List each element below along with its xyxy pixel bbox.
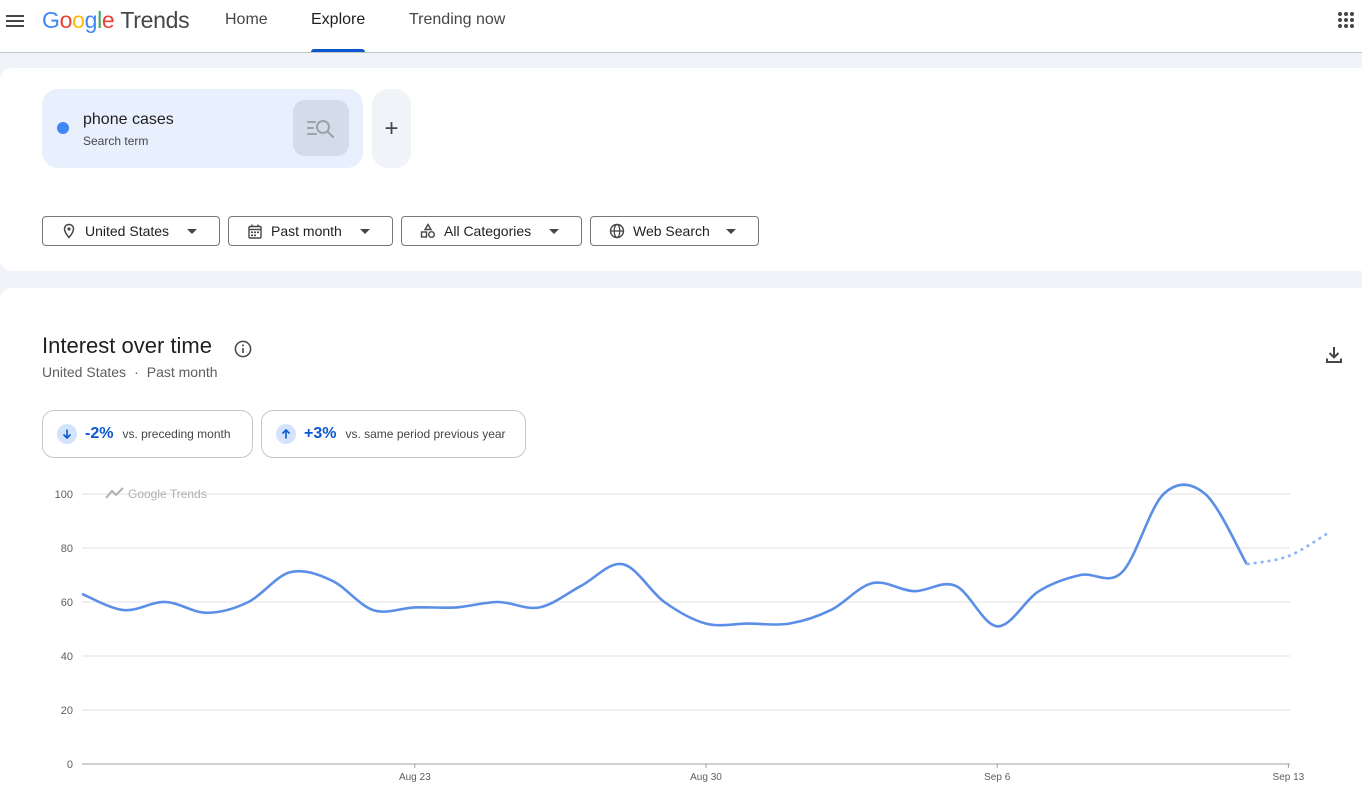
series-color-dot <box>57 122 69 134</box>
interest-line-chart[interactable]: 0 20 40 60 80 100 Aug 23 Aug 30 Sep 6 Sep 13 Googl… <box>0 288 1362 796</box>
time-range-filter-label: Past month <box>271 223 342 239</box>
data-point <box>996 625 998 627</box>
data-point <box>497 601 499 603</box>
data-point <box>830 609 832 611</box>
google-trends-logo[interactable]: Google Trends <box>42 7 190 34</box>
data-point <box>871 582 873 584</box>
y-tick-label: 0 <box>67 759 73 771</box>
top-app-bar: Google Trends Home Explore Trending now <box>0 0 1362 53</box>
data-point <box>1246 563 1248 565</box>
data-point <box>539 606 541 608</box>
chevron-down-icon <box>549 229 559 234</box>
add-comparison-button[interactable]: + <box>372 89 411 168</box>
location-filter[interactable]: United States <box>42 216 220 246</box>
data-point <box>913 590 915 592</box>
data-point <box>414 606 416 608</box>
data-point <box>622 563 624 565</box>
logo-product-name: Trends <box>120 7 190 33</box>
tab-explore[interactable]: Explore <box>311 0 366 52</box>
globe-icon <box>609 223 625 239</box>
data-point <box>955 585 957 587</box>
hamburger-menu-icon[interactable] <box>5 12 25 28</box>
data-point <box>164 601 166 603</box>
search-type-filter-label: Web Search <box>633 223 710 239</box>
data-point <box>206 612 208 614</box>
location-filter-label: United States <box>85 223 170 239</box>
data-point <box>747 623 749 625</box>
data-point <box>289 571 291 573</box>
y-tick-label: 100 <box>55 489 73 501</box>
tab-home[interactable]: Home <box>225 0 268 52</box>
chevron-down-icon <box>360 229 370 234</box>
categories-icon <box>420 223 436 239</box>
search-term-type: Search term <box>83 134 149 148</box>
category-filter[interactable]: All Categories <box>401 216 582 246</box>
data-point <box>1163 493 1165 495</box>
data-point <box>788 623 790 625</box>
data-point <box>663 601 665 603</box>
y-tick-label: 80 <box>61 543 73 555</box>
data-point <box>1204 493 1206 495</box>
data-point <box>123 609 125 611</box>
data-point <box>455 606 457 608</box>
chevron-down-icon <box>726 229 736 234</box>
data-point <box>580 585 582 587</box>
watermark-text: Google Trends <box>128 487 207 501</box>
tab-trending-now[interactable]: Trending now <box>409 0 505 52</box>
trending-up-icon <box>105 487 124 499</box>
location-pin-icon <box>61 223 77 239</box>
search-panel: phone cases Search term + United States <box>0 68 1362 271</box>
y-tick-label: 40 <box>61 651 73 663</box>
data-point <box>81 593 83 595</box>
data-point <box>247 601 249 603</box>
series-line <box>81 483 1248 628</box>
data-point <box>1079 574 1081 576</box>
data-point <box>1121 571 1123 573</box>
data-point <box>1038 590 1040 592</box>
search-term-name: phone cases <box>83 111 174 128</box>
x-tick-label: Sep 13 <box>1273 772 1305 783</box>
x-tick-label: Aug 30 <box>690 772 722 783</box>
time-range-filter[interactable]: Past month <box>228 216 393 246</box>
x-tick-label: Sep 6 <box>984 772 1011 783</box>
google-apps-icon[interactable] <box>1338 12 1354 28</box>
data-point <box>331 579 333 581</box>
search-type-filter[interactable]: Web Search <box>590 216 759 246</box>
data-point <box>705 623 707 625</box>
y-tick-label: 60 <box>61 597 73 609</box>
category-filter-label: All Categories <box>444 223 532 239</box>
x-tick-label: Aug 23 <box>399 772 431 783</box>
y-tick-label: 20 <box>61 705 73 717</box>
search-term-chip[interactable]: phone cases Search term <box>42 89 363 168</box>
calendar-icon <box>247 223 263 239</box>
edit-search-term-button[interactable] <box>293 100 349 156</box>
chevron-down-icon <box>187 229 197 234</box>
interest-over-time-card: Interest over time United States · Past mo… <box>0 288 1362 796</box>
data-point <box>372 609 374 611</box>
search-list-icon <box>307 120 334 138</box>
